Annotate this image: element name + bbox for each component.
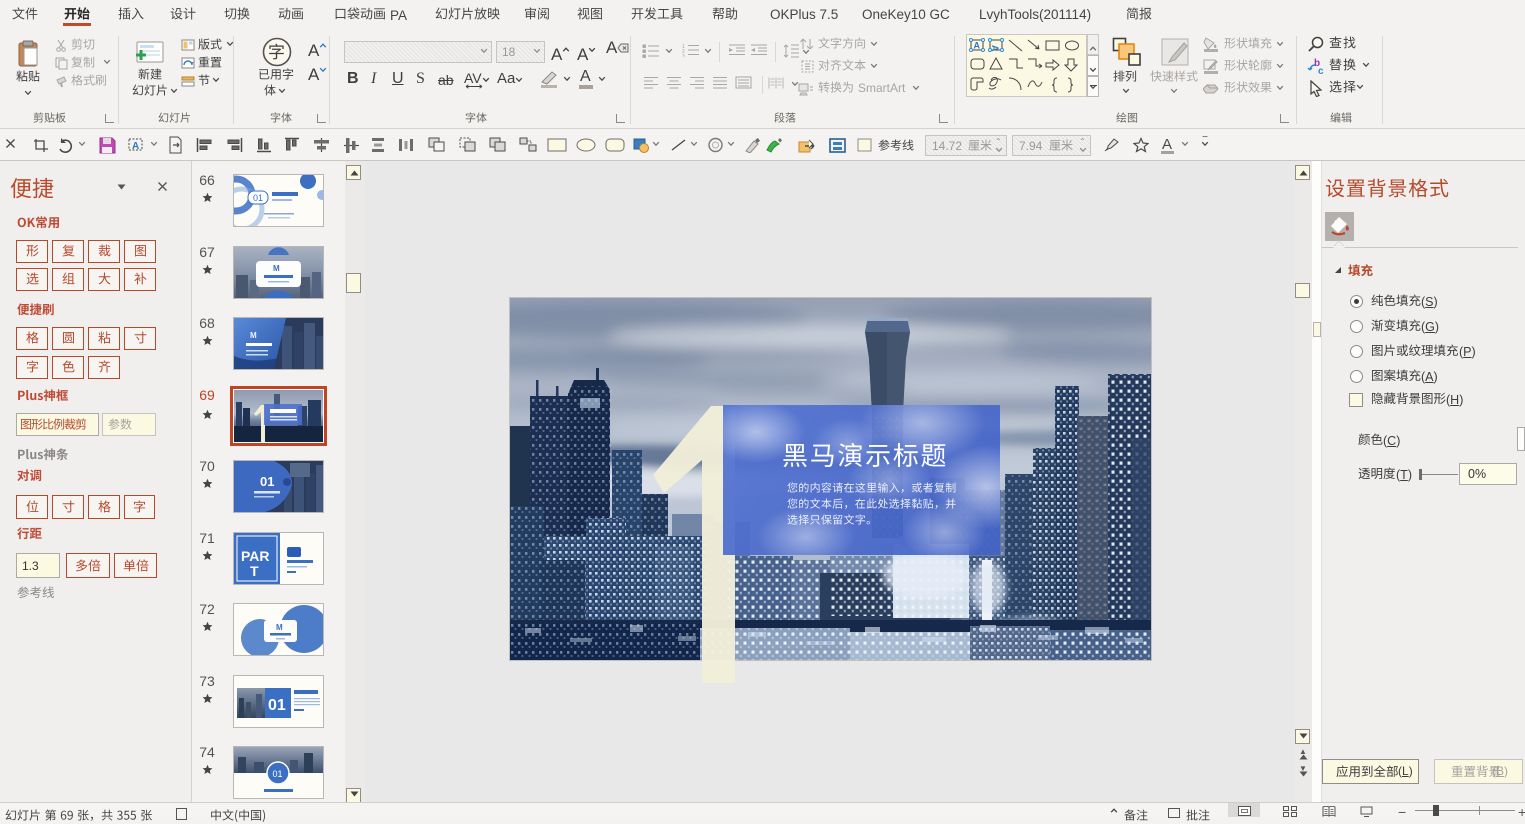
svg-text:M: M <box>250 331 257 340</box>
svg-text:A: A <box>132 141 139 152</box>
svg-text:01: 01 <box>253 193 263 203</box>
svg-text:PAR: PAR <box>241 548 270 564</box>
svg-text:T: T <box>250 563 259 579</box>
svg-text:M: M <box>276 623 283 632</box>
svg-text:c: c <box>1318 66 1324 76</box>
svg-text:A: A <box>974 41 981 51</box>
svg-text:M: M <box>273 264 280 273</box>
svg-text:01: 01 <box>268 697 286 714</box>
svg-text:3: 3 <box>682 54 685 57</box>
svg-text:01: 01 <box>260 474 274 489</box>
svg-text:01: 01 <box>273 769 283 779</box>
